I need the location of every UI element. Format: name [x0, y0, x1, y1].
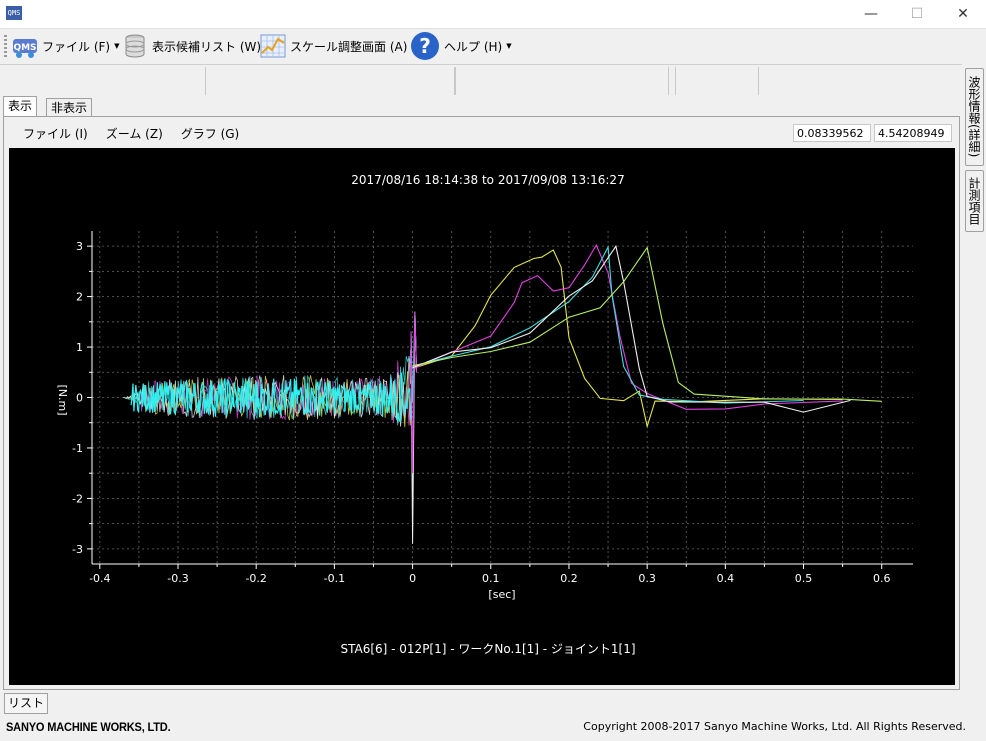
minimize-button[interactable]: —: [848, 0, 894, 28]
x-axis-label: [sec]: [488, 588, 515, 601]
x-tick-label: 0.5: [795, 572, 813, 585]
info-box-3: [675, 67, 759, 95]
panel-menu-zoom[interactable]: ズーム (Z): [106, 125, 163, 142]
side-tab-waveform-detail[interactable]: 波形情報(詳細): [965, 68, 984, 166]
company-logo: SANYO MACHINE WORKS, LTD.: [6, 720, 171, 734]
series-layer: [123, 243, 882, 544]
y-tick-label: 3: [76, 240, 83, 253]
x-tick-label: -0.4: [89, 572, 110, 585]
y-tick-label: 0: [76, 392, 83, 405]
display-candidate-list-button[interactable]: 表示候補リスト (W): [122, 31, 261, 61]
series-line-4: [412, 246, 882, 402]
help-icon: ?: [411, 32, 439, 60]
chevron-down-icon: ▼: [506, 42, 512, 50]
x-tick-label: 0.2: [560, 572, 578, 585]
panel-menu-graph[interactable]: グラフ (G): [181, 125, 239, 142]
panel-menu-file[interactable]: ファイル (I): [23, 125, 88, 142]
chevron-down-icon: ▼: [114, 42, 120, 50]
x-tick-label: 0.4: [717, 572, 735, 585]
side-tab-measurement-items[interactable]: 計測項目: [965, 170, 984, 232]
info-strip: [0, 64, 962, 97]
app-icon: QMS: [6, 6, 22, 20]
chart-title: 2017/08/16 18:14:38 to 2017/09/08 13:16:…: [351, 173, 624, 187]
x-tick-label: 0: [409, 572, 416, 585]
y-tick-label: -2: [72, 492, 83, 505]
panel-menu: ファイル (I) ズーム (Z) グラフ (G): [7, 119, 239, 147]
x-tick-label: -0.2: [245, 572, 266, 585]
file-menu-label: ファイル (F): [42, 39, 111, 54]
x-tick-label: 0.3: [638, 572, 656, 585]
y-tick-label: -3: [72, 543, 83, 556]
svg-text:?: ?: [419, 34, 431, 58]
tab-display[interactable]: 表示: [3, 96, 38, 117]
qms-logo-icon: QMS: [13, 39, 37, 58]
list-button[interactable]: リスト: [4, 693, 48, 714]
help-menu-label: ヘルプ (H): [444, 39, 503, 54]
series-line-2: [412, 245, 804, 404]
y-axis-label: [N.m]: [56, 384, 69, 415]
x-tick-label: 0.1: [482, 572, 500, 585]
database-icon: [125, 34, 145, 58]
x-tick-label: 0.6: [873, 572, 891, 585]
chart-scale-icon: [260, 34, 286, 58]
chart-subtitle: STA6[6] - 012P[1] - ワークNo.1[1] - ジョイント1[…: [340, 642, 635, 656]
waveform-chart[interactable]: 2017/08/16 18:14:38 to 2017/09/08 13:16:…: [9, 148, 955, 685]
copyright-text: Copyright 2008-2017 Sanyo Machine Works,…: [583, 720, 966, 733]
file-menu-button[interactable]: QMS ファイル (F) ▼: [12, 31, 119, 61]
maximize-button[interactable]: ☐: [894, 0, 940, 28]
y-tick-label: 2: [76, 291, 83, 304]
display-candidate-list-label: 表示候補リスト (W): [152, 39, 262, 54]
svg-text:QMS: QMS: [13, 43, 36, 53]
coord-x-field: 0.08339562: [793, 124, 871, 142]
scale-adjust-button[interactable]: スケール調整画面 (A): [260, 31, 407, 61]
main-toolbar: QMS ファイル (F) ▼ 表示候補リスト (W) スケール調整画面 (A) …: [0, 29, 986, 63]
help-menu-button[interactable]: ? ヘルプ (H) ▼: [410, 31, 512, 61]
coord-y-field: 4.54208949: [874, 124, 952, 142]
scale-adjust-label: スケール調整画面 (A): [290, 39, 408, 54]
y-tick-label: 1: [76, 341, 83, 354]
y-tick-label: -1: [72, 442, 83, 455]
info-box-2: [455, 67, 669, 95]
toolbar-grip[interactable]: [4, 35, 7, 57]
tab-hidden[interactable]: 非表示: [46, 98, 93, 117]
x-tick-label: -0.3: [167, 572, 188, 585]
info-box-1: [205, 67, 455, 95]
title-bar: QMS — ☐ ✕: [0, 0, 986, 29]
series-line-1: [412, 243, 843, 410]
close-button[interactable]: ✕: [940, 0, 986, 28]
x-tick-label: -0.1: [324, 572, 345, 585]
